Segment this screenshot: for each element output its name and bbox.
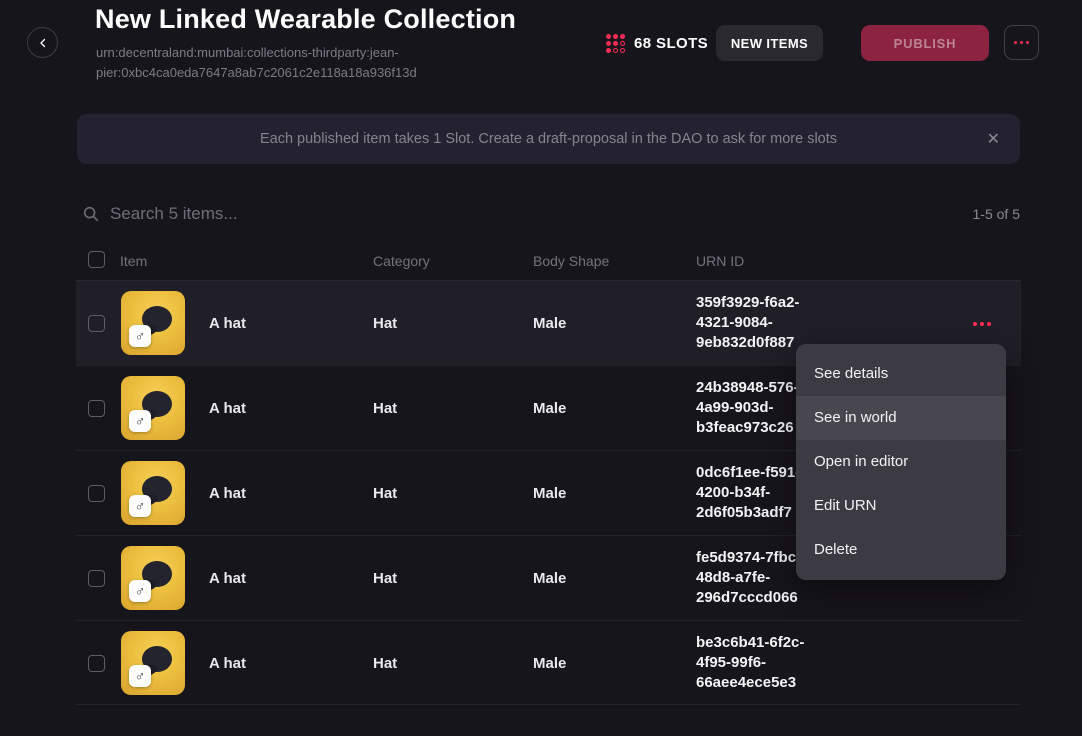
item-name: A hat [209,655,246,672]
item-name: A hat [209,315,246,332]
search-icon [82,205,100,228]
item-thumbnail: ♂ [121,631,185,695]
male-body-shape-icon: ♂ [129,495,151,517]
row-checkbox[interactable] [88,655,105,672]
menu-item-see-details[interactable]: See details [796,352,1006,396]
menu-item-see-in-world[interactable]: See in world [796,396,1006,440]
row-checkbox[interactable] [88,570,105,587]
item-thumbnail: ♂ [121,376,185,440]
menu-item-open-in-editor[interactable]: Open in editor [796,440,1006,484]
item-thumbnail: ♂ [121,546,185,610]
pagination-label: 1-5 of 5 [973,206,1020,222]
male-body-shape-icon: ♂ [129,410,151,432]
item-name: A hat [209,570,246,587]
menu-item-edit-urn[interactable]: Edit URN [796,484,1006,528]
item-category: Hat [373,400,397,417]
item-body: Male [533,570,566,587]
item-category: Hat [373,485,397,502]
row-context-menu: See details See in world Open in editor … [796,344,1006,580]
male-body-shape-icon: ♂ [129,580,151,602]
search-input[interactable] [110,198,670,230]
item-name: A hat [209,485,246,502]
table-header: Item Category Body Shape URN ID [76,242,1021,281]
item-thumbnail: ♂ [121,461,185,525]
item-body: Male [533,315,566,332]
search-row: 1-5 of 5 [76,196,1021,232]
item-category: Hat [373,570,397,587]
row-checkbox[interactable] [88,400,105,417]
item-name: A hat [209,400,246,417]
male-body-shape-icon: ♂ [129,325,151,347]
item-body: Male [533,655,566,672]
back-button[interactable] [27,27,58,58]
male-body-shape-icon: ♂ [129,665,151,687]
item-category: Hat [373,655,397,672]
item-urn: be3c6b41-6f2c-4f95-99f6-66aee4ece5e3 [696,633,828,693]
select-all-checkbox[interactable] [88,251,105,268]
row-actions-ellipsis-icon[interactable] [970,319,994,329]
table-row[interactable]: ♂ A hat Hat Male be3c6b41-6f2c-4f95-99f6… [76,621,1021,705]
item-category: Hat [373,315,397,332]
col-urn-id: URN ID [696,253,744,269]
row-checkbox[interactable] [88,315,105,332]
col-item: Item [120,253,147,269]
chevron-left-icon [37,37,49,49]
col-category: Category [373,253,430,269]
row-checkbox[interactable] [88,485,105,502]
menu-item-delete[interactable]: Delete [796,528,1006,572]
col-body-shape: Body Shape [533,253,609,269]
item-thumbnail: ♂ [121,291,185,355]
item-body: Male [533,400,566,417]
item-body: Male [533,485,566,502]
